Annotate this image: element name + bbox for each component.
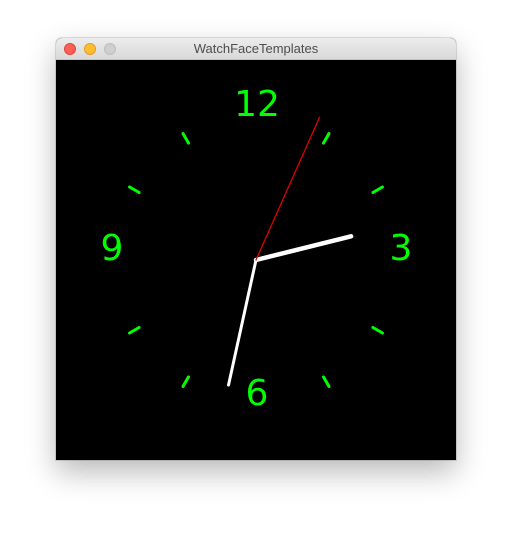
hour-tick-1: [322, 132, 331, 145]
title-bar[interactable]: WatchFaceTemplates: [56, 38, 456, 60]
hour-tick-7: [181, 375, 190, 388]
numeral-12: 12: [234, 84, 280, 125]
numeral-6: 6: [246, 373, 269, 414]
watch-face: 12 3 6 9: [56, 60, 456, 460]
hour-tick-8: [128, 326, 141, 335]
minute-hand: [227, 258, 258, 387]
hour-hand: [253, 234, 354, 263]
hour-tick-2: [371, 185, 384, 194]
hour-tick-11: [181, 132, 190, 145]
second-hand: [255, 116, 321, 261]
hour-tick-4: [371, 326, 384, 335]
numeral-3: 3: [390, 228, 413, 269]
hour-tick-10: [128, 185, 141, 194]
numeral-9: 9: [101, 228, 124, 269]
hour-tick-5: [322, 375, 331, 388]
app-window: WatchFaceTemplates 12 3 6 9: [56, 38, 456, 460]
clock-dial: 12 3 6 9: [101, 84, 413, 414]
window-title: WatchFaceTemplates: [193, 41, 319, 56]
